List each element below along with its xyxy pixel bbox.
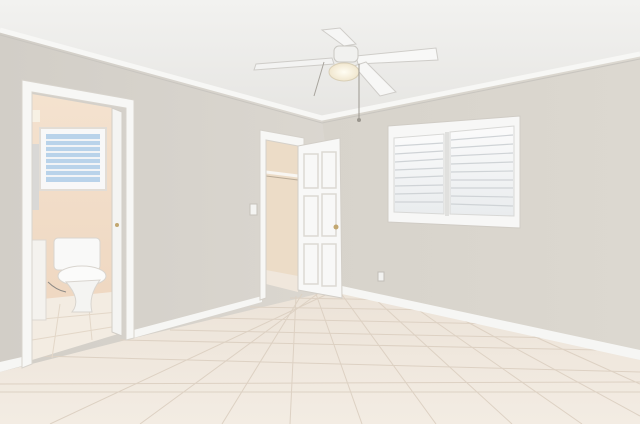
closet-doorway[interactable]: [265, 140, 299, 292]
closet-interior: [266, 140, 298, 290]
room-photo: [0, 0, 640, 424]
light-switch[interactable]: [249, 203, 258, 216]
bathroom-door[interactable]: [111, 107, 123, 337]
shuttered-window[interactable]: [387, 115, 521, 229]
bathroom-doorway[interactable]: [31, 94, 123, 360]
wall-outlet: [377, 271, 385, 282]
closet-door[interactable]: [297, 137, 343, 299]
bathroom-vanity: [31, 239, 47, 321]
ceiling-light[interactable]: [328, 62, 360, 82]
fan-motor: [333, 45, 359, 63]
closet-door-knob[interactable]: [333, 224, 339, 230]
